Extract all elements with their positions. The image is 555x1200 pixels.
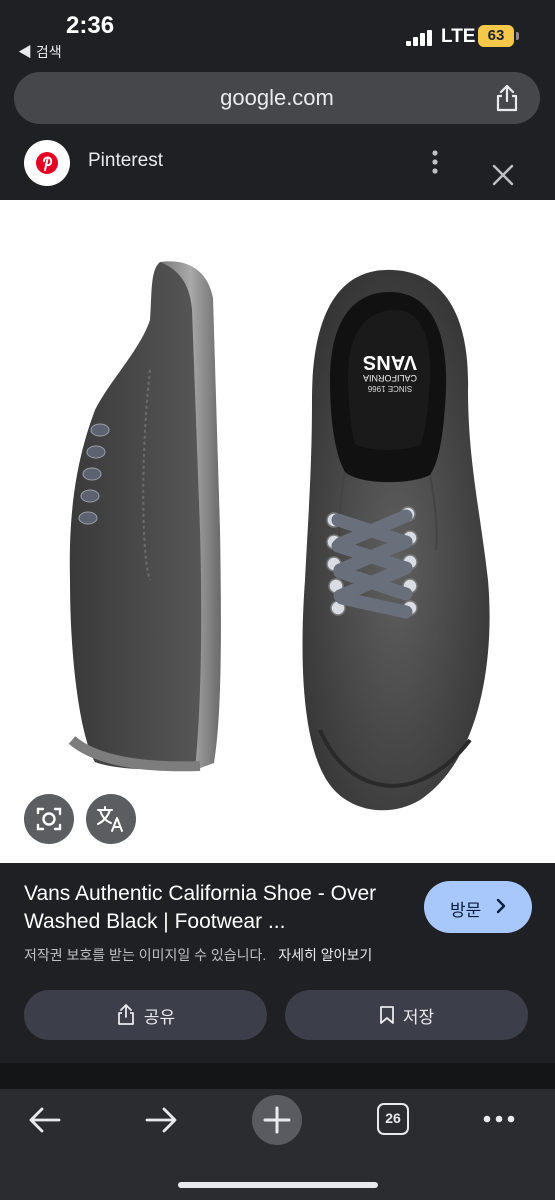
svg-text:CALIFORNIA: CALIFORNIA bbox=[363, 373, 417, 383]
back-arrow-icon[interactable] bbox=[28, 1106, 62, 1134]
new-tab-button[interactable] bbox=[252, 1095, 302, 1145]
save-label: 저장 bbox=[402, 1007, 435, 1027]
battery-tip bbox=[516, 32, 519, 40]
address-bar[interactable]: google.com bbox=[14, 72, 540, 124]
forward-arrow-icon[interactable] bbox=[144, 1106, 178, 1134]
plus-icon bbox=[263, 1106, 291, 1134]
svg-text:SINCE 1966: SINCE 1966 bbox=[367, 384, 412, 393]
right-shoe: SINCE 1966 CALIFORNIA VANS bbox=[302, 269, 490, 811]
copyright-notice: 저작권 보호를 받는 이미지일 수 있습니다. 자세히 알아보기 bbox=[24, 945, 372, 965]
network-type: LTE bbox=[441, 26, 476, 47]
source-name[interactable]: Pinterest bbox=[88, 150, 163, 172]
learn-more-link[interactable]: 자세히 알아보기 bbox=[278, 947, 372, 963]
chevron-right-icon bbox=[496, 898, 506, 914]
lens-icon bbox=[36, 807, 62, 831]
back-to-app-link[interactable]: ◀ 검색 bbox=[18, 42, 62, 62]
visit-label: 방문 bbox=[450, 901, 482, 920]
signal-icon bbox=[406, 30, 432, 46]
shoe-illustration: SINCE 1966 CALIFORNIA VANS bbox=[68, 261, 490, 811]
home-indicator bbox=[178, 1182, 378, 1188]
translate-button[interactable] bbox=[86, 794, 136, 844]
share-label: 공유 bbox=[143, 1007, 176, 1027]
share-icon bbox=[117, 1004, 134, 1025]
result-title[interactable]: Vans Authentic California Shoe - Over Wa… bbox=[24, 880, 404, 936]
battery-indicator: 63 bbox=[478, 25, 514, 47]
copyright-text: 저작권 보호를 받는 이미지일 수 있습니다. bbox=[24, 947, 267, 963]
source-bar bbox=[0, 138, 555, 200]
translate-icon bbox=[97, 806, 123, 832]
svg-text:VANS: VANS bbox=[363, 351, 417, 373]
lens-button[interactable] bbox=[24, 794, 74, 844]
tab-switcher-button[interactable]: 26 bbox=[377, 1103, 409, 1135]
bookmark-icon bbox=[379, 1006, 394, 1024]
result-image[interactable]: SINCE 1966 CALIFORNIA VANS bbox=[0, 200, 555, 863]
insole-logo: SINCE 1966 CALIFORNIA VANS bbox=[363, 351, 417, 393]
share-button[interactable]: 공유 bbox=[24, 990, 267, 1040]
url-text[interactable]: google.com bbox=[14, 72, 540, 124]
visit-button[interactable]: 방문 bbox=[424, 881, 532, 933]
left-shoe bbox=[68, 261, 221, 772]
share-icon[interactable] bbox=[494, 84, 520, 112]
toolbar-divider bbox=[0, 1063, 555, 1089]
status-time: 2:36 bbox=[66, 12, 115, 39]
close-icon[interactable] bbox=[492, 164, 514, 186]
save-button[interactable]: 저장 bbox=[285, 990, 528, 1040]
more-icon[interactable] bbox=[425, 150, 445, 176]
pinterest-icon bbox=[24, 140, 70, 186]
more-horiz-icon[interactable] bbox=[482, 1112, 516, 1126]
